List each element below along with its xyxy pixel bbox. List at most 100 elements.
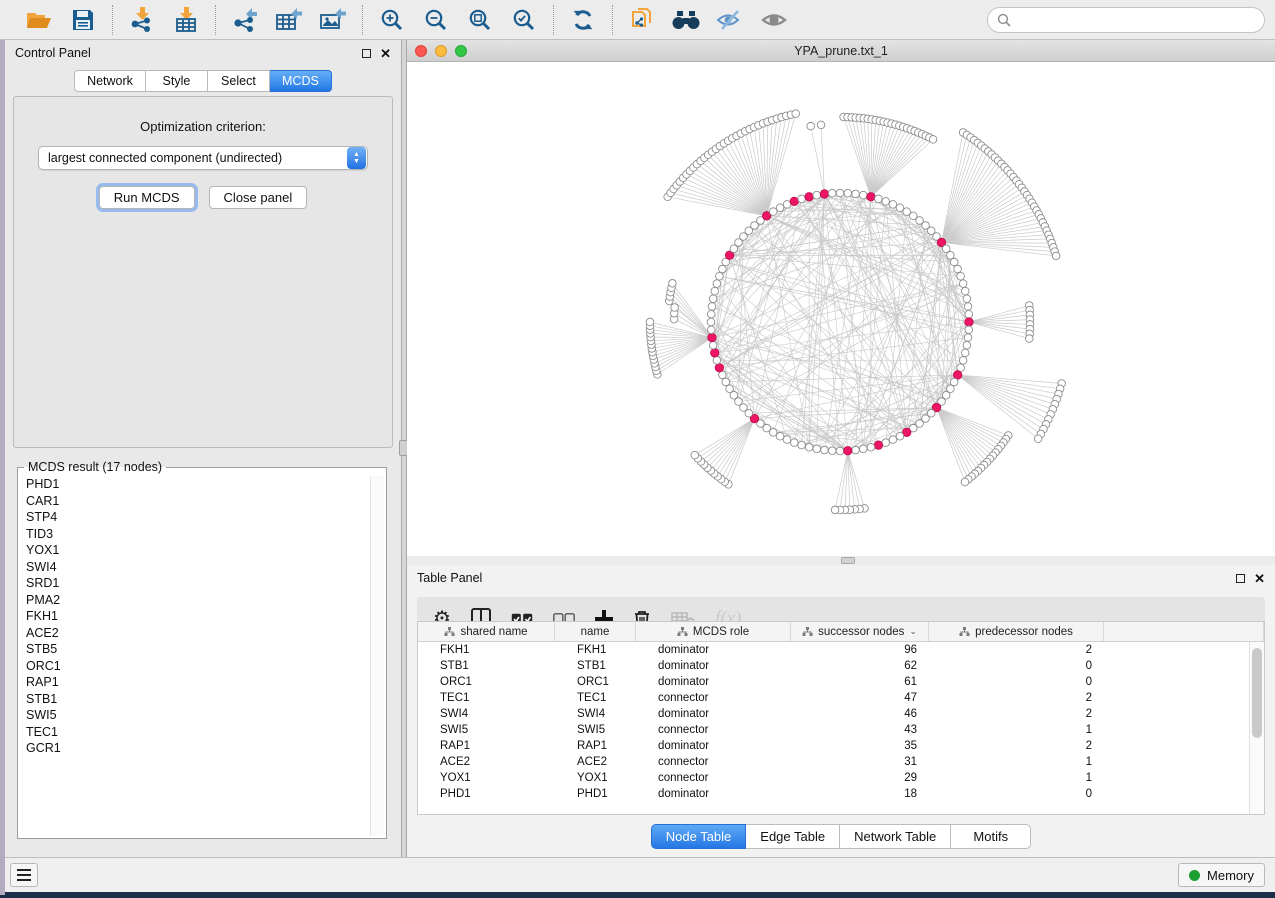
ring-node[interactable] xyxy=(813,191,821,199)
leaf-node[interactable] xyxy=(831,506,839,514)
close-panel-icon[interactable]: ✕ xyxy=(1254,574,1265,583)
import-network-icon[interactable] xyxy=(127,6,157,34)
network-graph[interactable] xyxy=(407,62,1275,556)
mcds-node[interactable] xyxy=(711,349,719,357)
leaf-node[interactable] xyxy=(807,122,815,130)
network-canvas[interactable] xyxy=(407,62,1275,556)
leaf-node[interactable] xyxy=(961,478,969,486)
tab-select[interactable]: Select xyxy=(208,70,270,92)
tab-node-table[interactable]: Node Table xyxy=(651,824,747,849)
table-row[interactable]: FKH1FKH1dominator962 xyxy=(418,642,1249,658)
ring-node[interactable] xyxy=(769,208,777,216)
leaf-node[interactable] xyxy=(929,136,937,144)
ring-node[interactable] xyxy=(889,436,897,444)
mcds-node[interactable] xyxy=(874,441,882,449)
ring-node[interactable] xyxy=(783,436,791,444)
mcds-result-item[interactable]: GCR1 xyxy=(20,740,370,757)
ring-node[interactable] xyxy=(790,439,798,447)
run-mcds-button[interactable]: Run MCDS xyxy=(99,186,195,209)
window-close-icon[interactable] xyxy=(415,45,427,57)
mcds-result-item[interactable]: ORC1 xyxy=(20,658,370,675)
table-row[interactable]: ACE2ACE2connector311 xyxy=(418,754,1249,770)
ring-node[interactable] xyxy=(950,258,958,266)
close-panel-button[interactable]: Close panel xyxy=(209,186,308,209)
ring-node[interactable] xyxy=(882,198,890,206)
ring-node[interactable] xyxy=(798,195,806,203)
window-maximize-icon[interactable] xyxy=(455,45,467,57)
ring-node[interactable] xyxy=(964,334,972,342)
ring-node[interactable] xyxy=(707,310,715,318)
ring-node[interactable] xyxy=(708,303,716,311)
mcds-result-item[interactable]: CAR1 xyxy=(20,493,370,510)
close-panel-icon[interactable]: ✕ xyxy=(380,49,391,58)
table-row[interactable]: STB1STB1dominator620 xyxy=(418,658,1249,674)
ring-node[interactable] xyxy=(726,385,734,393)
ring-node[interactable] xyxy=(776,204,784,212)
ring-node[interactable] xyxy=(776,432,784,440)
ring-node[interactable] xyxy=(867,443,875,451)
ring-node[interactable] xyxy=(889,201,897,209)
ring-node[interactable] xyxy=(959,280,967,288)
mcds-result-item[interactable]: YOX1 xyxy=(20,542,370,559)
table-scrollbar[interactable] xyxy=(1249,642,1264,814)
network-window-titlebar[interactable]: YPA_prune.txt_1 xyxy=(407,40,1275,62)
save-icon[interactable] xyxy=(68,6,98,34)
binoculars-icon[interactable] xyxy=(671,6,701,34)
ring-node[interactable] xyxy=(707,326,715,334)
ring-node[interactable] xyxy=(896,204,904,212)
ring-node[interactable] xyxy=(882,439,890,447)
ring-node[interactable] xyxy=(707,318,715,326)
open-file-icon[interactable] xyxy=(24,6,54,34)
search-field[interactable] xyxy=(987,7,1265,33)
zoom-selected-icon[interactable] xyxy=(509,6,539,34)
table-row[interactable]: SWI4SWI4dominator462 xyxy=(418,706,1249,722)
ring-node[interactable] xyxy=(836,447,844,455)
ring-node[interactable] xyxy=(961,349,969,357)
leaf-node[interactable] xyxy=(1025,335,1033,343)
mcds-node[interactable] xyxy=(805,193,813,201)
ring-node[interactable] xyxy=(959,357,967,365)
ring-node[interactable] xyxy=(963,341,971,349)
ring-node[interactable] xyxy=(852,446,860,454)
float-panel-icon[interactable] xyxy=(1236,574,1245,583)
ring-node[interactable] xyxy=(716,272,724,280)
horizontal-splitter[interactable] xyxy=(407,556,1275,565)
ring-node[interactable] xyxy=(950,378,958,386)
ring-node[interactable] xyxy=(828,189,836,197)
mcds-result-item[interactable]: SWI4 xyxy=(20,559,370,576)
memory-button[interactable]: Memory xyxy=(1178,863,1265,887)
column-header-MCDS-role[interactable]: MCDS role xyxy=(636,622,791,641)
column-header-shared-name[interactable]: shared name xyxy=(418,622,555,641)
ring-node[interactable] xyxy=(961,287,969,295)
ring-node[interactable] xyxy=(859,445,867,453)
ring-node[interactable] xyxy=(947,251,955,259)
ring-node[interactable] xyxy=(713,280,721,288)
table-row[interactable]: SWI5SWI5connector431 xyxy=(418,722,1249,738)
mcds-result-item[interactable]: STB1 xyxy=(20,691,370,708)
tab-network[interactable]: Network xyxy=(74,70,146,92)
leaf-node[interactable] xyxy=(669,280,677,288)
scrollbar-thumb[interactable] xyxy=(1252,648,1262,738)
mcds-result-item[interactable]: ACE2 xyxy=(20,625,370,642)
mcds-result-item[interactable]: PHD1 xyxy=(20,476,370,493)
leaf-node[interactable] xyxy=(646,318,654,326)
mcds-node[interactable] xyxy=(820,190,828,198)
ring-node[interactable] xyxy=(965,326,973,334)
column-header-name[interactable]: name xyxy=(555,622,636,641)
leaf-node[interactable] xyxy=(817,121,825,129)
ring-node[interactable] xyxy=(836,189,844,197)
ring-node[interactable] xyxy=(852,190,860,198)
mcds-node[interactable] xyxy=(965,318,973,326)
mcds-result-item[interactable]: PMA2 xyxy=(20,592,370,609)
ring-node[interactable] xyxy=(709,295,717,303)
table-row[interactable]: PHD1PHD1dominator180 xyxy=(418,786,1249,802)
ring-node[interactable] xyxy=(859,191,867,199)
leaf-node[interactable] xyxy=(1052,252,1060,260)
float-panel-icon[interactable] xyxy=(362,49,371,58)
mcds-result-item[interactable]: SWI5 xyxy=(20,707,370,724)
table-row[interactable]: YOX1YOX1connector291 xyxy=(418,770,1249,786)
mcds-node[interactable] xyxy=(715,364,723,372)
hide-details-icon[interactable] xyxy=(715,6,745,34)
ring-node[interactable] xyxy=(798,441,806,449)
mcds-result-item[interactable]: STP4 xyxy=(20,509,370,526)
